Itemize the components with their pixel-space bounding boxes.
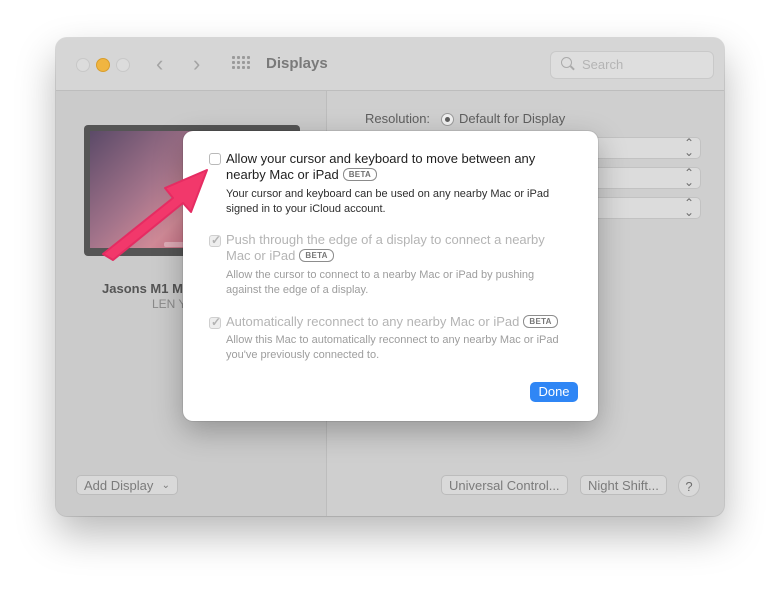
beta-badge: BETA: [523, 315, 558, 328]
option-label: Allow your cursor and keyboard to move b…: [226, 151, 536, 182]
add-display-label: Add Display: [84, 478, 154, 493]
option-auto-reconnect: Automatically reconnect to any nearby Ma…: [226, 314, 572, 330]
window-title: Displays: [266, 55, 328, 72]
universal-control-dialog: Allow your cursor and keyboard to move b…: [183, 131, 598, 421]
updown-chevron-icon: ⌃ ⌄: [683, 136, 694, 159]
option-push-through: Push through the edge of a display to co…: [226, 232, 572, 264]
option-description: Your cursor and keyboard can be used on …: [226, 188, 550, 215]
option-label: Push through the edge of a display to co…: [226, 232, 545, 263]
done-button[interactable]: Done: [530, 382, 578, 402]
option-label: Automatically reconnect to any nearby Ma…: [226, 314, 520, 329]
grid-icon[interactable]: [232, 56, 250, 70]
beta-badge: BETA: [342, 168, 378, 181]
search-placeholder: Search: [582, 57, 624, 72]
auto-reconnect-checkbox[interactable]: [209, 315, 221, 329]
resolution-value: Default for Display: [459, 111, 566, 126]
updown-chevron-icon: ⌃ ⌄: [683, 196, 694, 219]
resolution-default-radio[interactable]: [441, 113, 454, 126]
help-button[interactable]: ?: [678, 475, 700, 497]
chevron-left-icon[interactable]: ‹: [156, 53, 163, 75]
toolbar: ‹ › Displays Search: [56, 38, 724, 91]
chevron-down-icon: ⌄: [161, 480, 170, 491]
option-description: Allow this Mac to automatically reconnec…: [226, 334, 559, 361]
minimize-window-button[interactable]: [96, 58, 110, 72]
chevron-right-icon[interactable]: ›: [193, 53, 200, 75]
zoom-window-button[interactable]: [116, 58, 130, 72]
beta-badge: BETA: [299, 249, 334, 262]
add-display-button[interactable]: Add Display ⌄: [76, 475, 178, 495]
resolution-label: Resolution:: [365, 111, 431, 126]
universal-control-button[interactable]: Universal Control...: [441, 475, 568, 495]
option-allow-cursor: Allow your cursor and keyboard to move b…: [226, 151, 572, 183]
search-icon: [561, 57, 572, 68]
updown-chevron-icon: ⌃ ⌄: [683, 166, 694, 189]
arrow-annotation-icon: [102, 169, 208, 261]
close-window-button[interactable]: [76, 58, 90, 72]
night-shift-button[interactable]: Night Shift...: [580, 475, 667, 495]
option-description: Allow the cursor to connect to a nearby …: [226, 269, 535, 296]
display-subtitle: LEN Y: [152, 297, 187, 311]
search-field[interactable]: Search: [550, 51, 714, 79]
